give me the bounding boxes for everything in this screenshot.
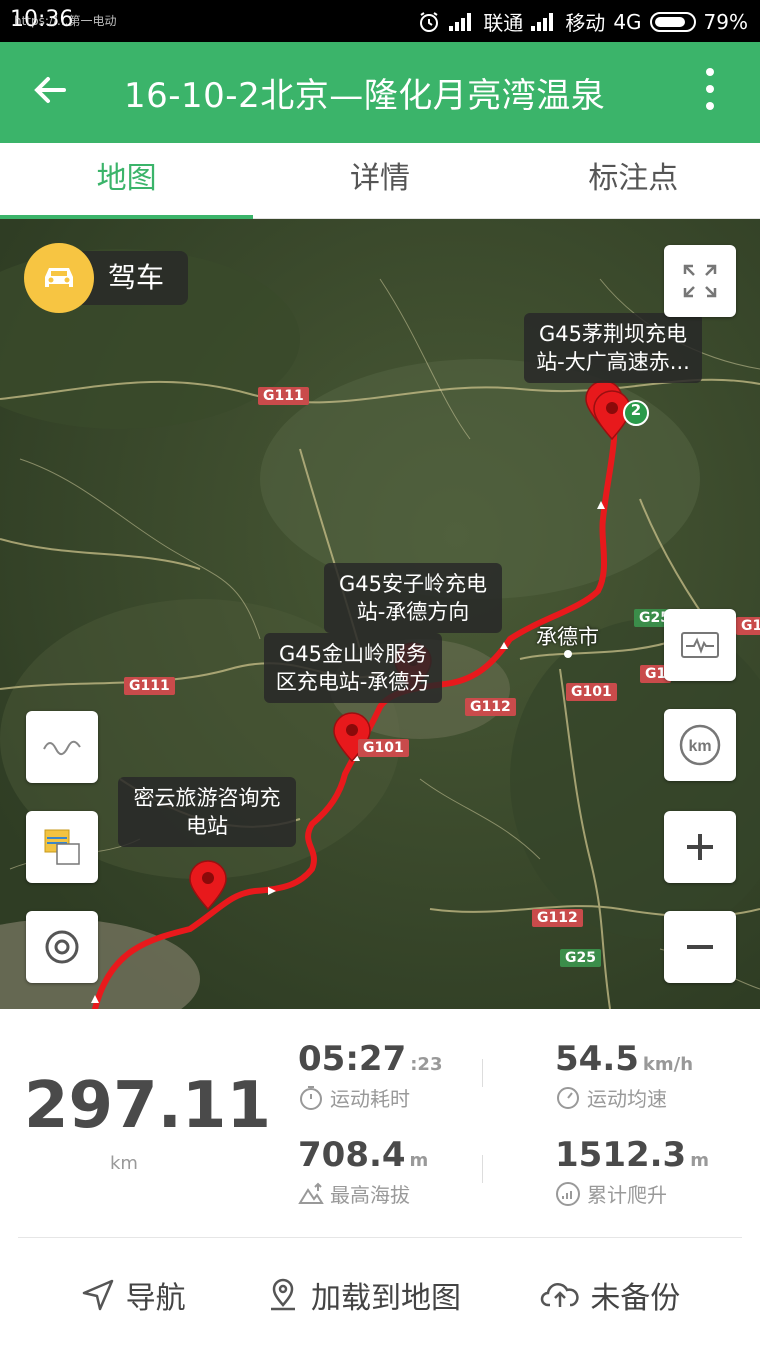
- carrier2-label: 移动: [565, 11, 606, 35]
- road-label: G111: [124, 677, 175, 695]
- page-title: 16-10-2北京—隆化月亮湾温泉: [124, 76, 606, 116]
- callout-line: 站-大广高速赤...: [536, 350, 690, 374]
- zoom-in-button[interactable]: [664, 811, 736, 883]
- map-layers-button[interactable]: [26, 811, 98, 883]
- duration-label: 运动耗时: [330, 1087, 410, 1111]
- callout-line: G45金山岭服务: [279, 642, 427, 666]
- distance-markers-button[interactable]: km: [664, 709, 736, 781]
- load-to-map-button[interactable]: 加载到地图: [265, 1273, 461, 1317]
- svg-text:km: km: [688, 738, 711, 755]
- plus-icon: [687, 834, 713, 860]
- navigate-label: 导航: [125, 1281, 186, 1316]
- total-climb-value: 1512.3: [555, 1135, 687, 1175]
- layers-icon: [44, 829, 80, 865]
- km-icon: km: [679, 724, 721, 766]
- battery-icon: [649, 11, 696, 32]
- road-label: G25: [560, 949, 601, 967]
- max-altitude-unit: m: [409, 1150, 429, 1171]
- wave-line-icon: [43, 740, 81, 755]
- duration-stat: 05:27:23 运动耗时: [298, 1039, 442, 1112]
- car-icon: [24, 243, 94, 313]
- zoom-out-button[interactable]: [664, 911, 736, 983]
- alarm-icon: [420, 11, 439, 32]
- map-pin-icon: [270, 1278, 295, 1311]
- duration-value: 05:27: [298, 1039, 407, 1079]
- locate-button[interactable]: [26, 911, 98, 983]
- mountain-icon: [298, 1182, 324, 1204]
- fullscreen-icon: [683, 264, 717, 298]
- callout-line: 站-承德方向: [356, 600, 470, 624]
- road-label: G111: [258, 387, 309, 405]
- carrier1-label: 联通: [483, 11, 524, 35]
- cloud-upload-icon: [541, 1283, 579, 1307]
- marker-callout[interactable]: G45金山岭服务 区充电站-承德方: [264, 633, 442, 703]
- avg-speed-unit: km/h: [642, 1054, 694, 1075]
- avg-speed-label: 运动均速: [587, 1087, 667, 1111]
- avg-speed-value: 54.5: [555, 1039, 639, 1079]
- road-label: G112: [532, 909, 583, 927]
- more-menu-icon[interactable]: [700, 68, 720, 118]
- stat-separator: [482, 1155, 483, 1183]
- status-bar: 10:36 https://...第一电动 联通 移动 4G 79%: [0, 0, 760, 42]
- marker-callout[interactable]: 密云旅游咨询充 电站: [118, 777, 296, 847]
- duration-seconds: :23: [410, 1054, 443, 1075]
- tab-map[interactable]: 地图: [0, 143, 254, 219]
- road-label: G101: [358, 739, 409, 757]
- status-overlay-text: https://...第一电动: [14, 14, 117, 28]
- avg-speed-stat: 54.5 km/h 运动均速: [555, 1039, 693, 1112]
- total-distance: 297.11: [24, 1069, 271, 1143]
- speedometer-icon: [557, 1086, 579, 1109]
- callout-line: 密云旅游咨询充: [133, 786, 281, 810]
- stats-panel: 297.11 km 05:27:23 运动耗时 54.5 km/h 运动均速 70…: [0, 1009, 760, 1237]
- marker-callout[interactable]: G45茅荆坝充电 站-大广高速赤...: [524, 313, 702, 383]
- back-arrow-icon[interactable]: [30, 70, 70, 110]
- elevation-chart-button[interactable]: [664, 609, 736, 681]
- action-bar: 导航 加载到地图 未备份: [0, 1238, 760, 1352]
- tab-markers[interactable]: 标注点: [507, 143, 760, 218]
- max-altitude-label: 最高海拔: [330, 1183, 410, 1207]
- locate-target-icon: [45, 930, 79, 964]
- total-climb-label: 累计爬升: [587, 1183, 667, 1207]
- callout-line: 电站: [186, 814, 228, 838]
- road-label: G112: [465, 698, 516, 716]
- waypoint-badge: 2: [630, 401, 642, 419]
- tab-details[interactable]: 详情: [253, 143, 506, 218]
- battery-label: 79%: [703, 9, 748, 34]
- max-altitude-stat: 708.4 m 最高海拔: [298, 1135, 428, 1208]
- signal-icon: [449, 12, 475, 31]
- total-climb-stat: 1512.3 m 累计爬升: [555, 1135, 709, 1208]
- waveform-icon: [681, 632, 719, 658]
- route-style-button[interactable]: [26, 711, 98, 783]
- road-label: G101: [566, 683, 617, 701]
- signal-icon: [531, 12, 557, 31]
- stopwatch-icon: [300, 1085, 322, 1110]
- total-distance-unit: km: [110, 1153, 138, 1174]
- marker-callout[interactable]: G45安子岭充电 站-承德方向: [324, 563, 502, 633]
- backup-button[interactable]: 未备份: [540, 1273, 680, 1317]
- callout-line: G45茅荆坝充电: [539, 322, 687, 346]
- callout-line: G45安子岭充电: [339, 572, 487, 596]
- total-climb-unit: m: [690, 1150, 709, 1171]
- minus-icon: [687, 945, 713, 949]
- callout-line: 区充电站-承德方: [275, 670, 431, 694]
- road-label: G10: [736, 617, 760, 635]
- stat-separator: [482, 1059, 483, 1087]
- backup-label: 未备份: [590, 1281, 681, 1316]
- navigate-button[interactable]: 导航: [80, 1273, 186, 1317]
- navigation-arrow-icon: [82, 1279, 113, 1311]
- max-altitude-value: 708.4: [298, 1135, 406, 1175]
- load-to-map-label: 加载到地图: [310, 1281, 461, 1316]
- app-bar: 16-10-2北京—隆化月亮湾温泉: [0, 42, 760, 143]
- fullscreen-button[interactable]: [664, 245, 736, 317]
- network-label: 4G: [613, 9, 642, 34]
- climb-chart-icon: [556, 1181, 580, 1206]
- tab-bar: 地图 详情 标注点: [0, 143, 760, 219]
- map-view[interactable]: 2 G111 G111 G101 G112 G101 G112 G25 G25 …: [0, 219, 760, 1009]
- travel-mode-toggle[interactable]: 驾车: [24, 243, 189, 313]
- city-label: 承德市: [536, 625, 599, 649]
